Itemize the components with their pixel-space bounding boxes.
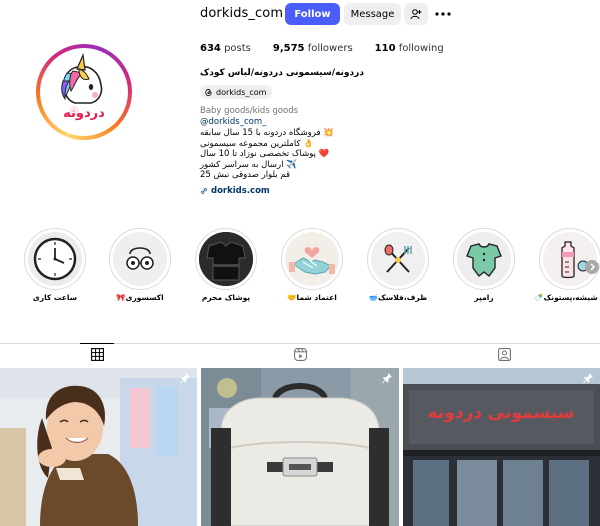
highlight-label: اکسسوری🎀 (116, 293, 164, 302)
post-thumbnail[interactable]: سیسمونی دردونه (403, 368, 600, 526)
followers-label: followers (307, 43, 353, 54)
profile-full-name: دردونه/سیسمونی دردونه/لباس کودک (200, 68, 364, 78)
clothes-icon (199, 232, 253, 286)
add-user-icon (410, 9, 422, 20)
bio-line: 👌 کاملترین مجموعه سیسمونی (200, 138, 314, 149)
posts-label: posts (224, 43, 251, 54)
profile-mention-link[interactable]: @dorkids_com_ (200, 117, 266, 127)
threads-badge[interactable]: dorkids_com (200, 85, 273, 99)
avatar-logo-text: دردونه (63, 106, 105, 121)
more-icon (435, 12, 451, 16)
following-stat[interactable]: 110 following (375, 43, 444, 54)
bio-line: قم بلوار صدوقی نبش 25 (200, 170, 291, 181)
pin-icon (382, 373, 392, 384)
utensils-icon (384, 244, 412, 273)
profile-website-link[interactable]: dorkids.com (200, 186, 270, 196)
posts-stat: 634 posts (200, 43, 251, 54)
link-icon (201, 188, 207, 194)
accessory-icon (126, 247, 154, 270)
highlight-label: رامپر (474, 293, 494, 302)
post-image (201, 368, 399, 526)
highlight-item[interactable] (195, 228, 257, 290)
storefront-sign-text: سیسمونی دردونه (427, 403, 574, 423)
highlight-item[interactable] (453, 228, 515, 290)
highlight-item[interactable] (109, 228, 171, 290)
highlight-label: شیشه،پستونک🍼 (534, 293, 598, 302)
post-thumbnail[interactable] (0, 368, 197, 526)
bottle-icon (561, 241, 589, 279)
bio-line: ❤️ پوشاک تخصصی نوزاد تا 10 سال (200, 149, 330, 160)
tab-reels[interactable] (285, 343, 315, 365)
highlight-item[interactable] (281, 228, 343, 290)
tagged-icon (497, 347, 511, 361)
message-button[interactable]: Message (344, 3, 401, 25)
highlight-item[interactable] (24, 228, 86, 290)
profile-stats: 634 posts 9,575 followers 110 following (200, 43, 444, 54)
unicorn-logo-icon: دردونه (43, 51, 125, 133)
following-label: following (398, 43, 444, 54)
profile-category: Baby goods/kids goods (200, 106, 299, 116)
post-image (0, 368, 197, 526)
threads-icon (205, 88, 212, 96)
highlight-label: اعتماد شما🤝 (287, 293, 337, 302)
highlights-next-button[interactable] (585, 260, 599, 274)
reels-icon (293, 347, 307, 361)
follow-button[interactable]: Follow (285, 3, 340, 25)
suggested-users-button[interactable] (404, 3, 428, 25)
tab-posts[interactable] (82, 343, 112, 365)
highlight-label: ظرف،فلاسک🥣 (368, 293, 428, 302)
posts-count: 634 (200, 43, 221, 54)
avatar[interactable]: دردونه (40, 48, 128, 136)
options-button[interactable] (432, 4, 454, 24)
website-link-text: dorkids.com (211, 186, 270, 196)
grid-icon (90, 347, 104, 361)
highlight-item[interactable] (367, 228, 429, 290)
bio-line: ✈️ ارسال به سراسر کشور (200, 159, 297, 170)
highlight-item[interactable] (539, 228, 600, 290)
threads-handle: dorkids_com (216, 87, 267, 97)
post-image: سیسمونی دردونه (403, 368, 600, 526)
profile-username: dorkids_com (200, 6, 284, 21)
profile-bio: 💥 فروشگاه دردونه با 15 سال سابقه 👌 کاملت… (200, 128, 334, 181)
following-count: 110 (374, 43, 396, 54)
tab-tagged[interactable] (489, 343, 519, 365)
post-thumbnail[interactable] (201, 368, 399, 526)
clock-icon (33, 237, 77, 281)
followers-count: 9,575 (272, 43, 305, 54)
pin-icon (583, 373, 593, 384)
bio-line: 💥 فروشگاه دردونه با 15 سال سابقه (200, 128, 334, 138)
highlight-label: پوشاک محرم (201, 293, 251, 302)
followers-stat[interactable]: 9,575 followers (273, 43, 353, 54)
chevron-right-icon (590, 263, 596, 271)
pin-icon (180, 373, 190, 384)
handshake-icon (289, 247, 335, 275)
highlight-label: ساعت کاری (32, 293, 78, 302)
romper-icon (466, 243, 502, 277)
